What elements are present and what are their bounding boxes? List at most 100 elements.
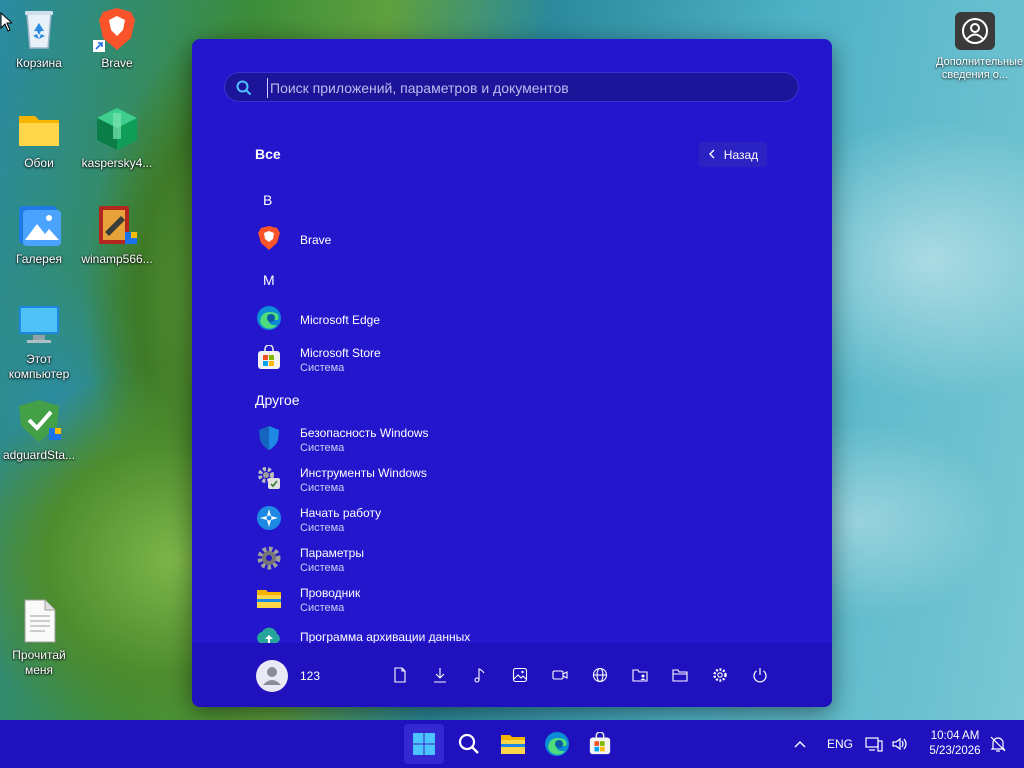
chevron-left-icon — [708, 148, 716, 162]
desktop-icon-wallpapers[interactable]: Обои — [0, 106, 78, 171]
desktop-icon-readme[interactable]: Прочитай меня — [0, 598, 78, 678]
windows-logo-icon — [413, 733, 435, 755]
store-icon — [589, 732, 611, 755]
desktop-widget-tile[interactable]: Дополнительные сведения о... — [936, 12, 1023, 82]
pictures-button[interactable] — [508, 663, 532, 687]
user-circle-icon — [955, 12, 995, 50]
power-button[interactable] — [748, 663, 772, 687]
desktop-icon-kaspersky[interactable]: kaspersky4... — [78, 106, 156, 171]
app-name: Инструменты Windows — [300, 466, 427, 480]
back-button[interactable]: Назад — [699, 142, 767, 167]
letter-header[interactable]: B — [263, 192, 272, 208]
folder-icon — [15, 106, 63, 152]
notifications-button[interactable] — [986, 724, 1010, 764]
search-icon — [458, 733, 479, 754]
app-name: Параметры — [300, 546, 364, 560]
search-box[interactable] — [224, 72, 799, 102]
desktop-icon-label: Прочитай меня — [12, 648, 66, 677]
video-icon — [552, 670, 568, 680]
file-explorer-button[interactable] — [668, 663, 692, 687]
settings-button[interactable] — [708, 663, 732, 687]
shield-check-icon — [15, 398, 63, 444]
download-icon — [434, 668, 446, 683]
desktop-icon-gallery[interactable]: Галерея — [0, 202, 78, 267]
app-subtitle: Система — [300, 442, 345, 454]
app-name: Безопасность Windows — [300, 426, 429, 440]
app-item-windows-tools[interactable]: Инструменты Windows Система — [248, 460, 778, 498]
avatar[interactable] — [256, 660, 288, 692]
desktop-icon-label: winamp566... — [81, 252, 153, 266]
power-icon — [753, 668, 767, 683]
search-input[interactable] — [267, 78, 787, 98]
tray-overflow-button[interactable] — [780, 724, 820, 764]
letter-header[interactable]: M — [263, 272, 275, 288]
app-name: Проводник — [300, 586, 361, 600]
clock[interactable]: 10:04 AM 5/23/2026 — [924, 729, 986, 759]
desktop-icon-this-pc[interactable]: Этот компьютер — [0, 302, 78, 382]
user-icon — [263, 667, 281, 685]
all-apps-list: B Brave M Microsoft Edge Microsoft Store… — [192, 179, 832, 643]
notification-bell-icon — [990, 736, 1006, 752]
network-icon — [865, 737, 883, 752]
user-folder-icon — [632, 669, 648, 682]
desktop-icon-label: Обои — [24, 156, 54, 170]
monitor-icon — [15, 302, 63, 348]
chevron-up-icon — [794, 741, 806, 748]
desktop-icon-adguard[interactable]: adguardSta... — [0, 398, 78, 463]
app-item-get-started[interactable]: Начать работу Система — [248, 500, 778, 538]
gear-icon — [713, 668, 727, 682]
app-subtitle: Система — [300, 482, 345, 494]
app-item-backup[interactable]: Программа архивации данных — [248, 620, 778, 643]
gallery-icon — [15, 202, 63, 248]
downloads-button[interactable] — [428, 663, 452, 687]
documents-button[interactable] — [388, 663, 412, 687]
app-item-microsoft-edge[interactable]: Microsoft Edge — [248, 300, 778, 338]
volume-button[interactable] — [888, 724, 912, 764]
folder-icon — [256, 585, 282, 611]
desktop-icon-label: adguardSta... — [2, 448, 76, 462]
videos-button[interactable] — [548, 663, 572, 687]
desktop-widget-label: Дополнительные сведения о... — [936, 56, 1024, 81]
image-icon — [512, 667, 528, 683]
user-folder-button[interactable] — [628, 663, 652, 687]
app-name: Начать работу — [300, 506, 382, 520]
desktop-icon-label: Корзина — [16, 56, 62, 70]
clock-date: 5/23/2026 — [929, 745, 981, 757]
music-button[interactable] — [468, 663, 492, 687]
desktop-icon-winamp[interactable]: winamp566... — [78, 202, 156, 267]
app-item-microsoft-store[interactable]: Microsoft Store Система — [248, 340, 778, 378]
recycle-bin-icon — [15, 6, 63, 52]
taskbar: ENG 10:04 AM 5/23/2026 — [0, 720, 1024, 768]
app-name: Brave — [300, 233, 332, 247]
speaker-icon — [892, 737, 907, 751]
network-status-button[interactable] — [862, 724, 886, 764]
tools-icon — [256, 465, 282, 491]
document-icon — [15, 598, 63, 644]
app-item-brave[interactable]: Brave — [248, 220, 778, 258]
section-title: Все — [255, 146, 281, 162]
taskbar-store[interactable] — [580, 724, 620, 764]
start-menu: Все Назад B Brave M — [192, 39, 832, 707]
app-item-explorer[interactable]: Проводник Система — [248, 580, 778, 618]
search-icon — [236, 80, 252, 101]
app-item-windows-security[interactable]: Безопасность Windows Система — [248, 420, 778, 458]
back-button-label: Назад — [723, 147, 759, 162]
app-name: Программа архивации данных — [300, 630, 471, 643]
taskbar-edge[interactable] — [537, 724, 577, 764]
taskbar-file-explorer[interactable] — [493, 724, 533, 764]
desktop-icon-brave[interactable]: Brave — [78, 6, 156, 71]
desktop-icon-label: kaspersky4... — [81, 156, 153, 170]
network-button[interactable] — [588, 663, 612, 687]
taskbar-search-button[interactable] — [449, 724, 489, 764]
user-name[interactable]: 123 — [300, 669, 320, 683]
brave-icon — [256, 225, 282, 251]
clock-time: 10:04 AM — [930, 730, 980, 742]
desktop-icon-label: Brave — [101, 56, 133, 70]
package-icon — [93, 106, 141, 152]
app-item-settings[interactable]: Параметры Система — [248, 540, 778, 578]
group-header-other[interactable]: Другое — [255, 392, 299, 408]
installer-icon — [93, 202, 141, 248]
start-button[interactable] — [404, 724, 444, 764]
folder-icon — [672, 669, 688, 682]
language-indicator[interactable]: ENG — [827, 737, 853, 751]
